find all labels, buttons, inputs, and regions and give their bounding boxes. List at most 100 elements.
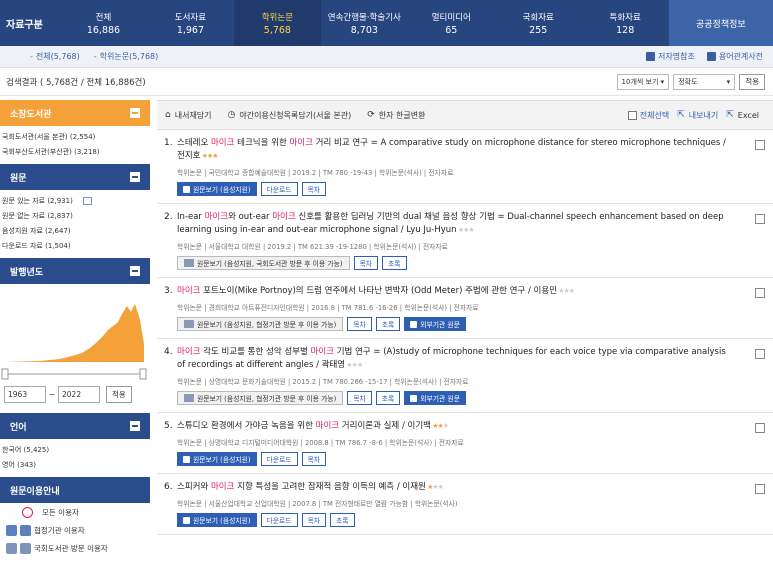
record-checkbox[interactable] [755, 288, 765, 298]
record-action-button[interactable]: 다운로드 [260, 513, 298, 527]
result-apply-button[interactable]: 적용 [739, 73, 765, 90]
guide-label: 모든 이용자 [42, 507, 79, 517]
record-action-button[interactable]: 다운로드 [260, 182, 298, 196]
tab-books[interactable]: 도서자료 1,967 [147, 0, 234, 46]
subtab-dissertations[interactable]: - 학위논문(5,768) [94, 51, 158, 62]
title-text: 지향 특성을 고려한 잠재적 음향 이득의 예측 / 이재원 [234, 482, 426, 492]
record-title[interactable]: 스튜디오 환경에서 가야금 녹음을 위한 마이크 거리이론과 실제 / 이기백 … [177, 420, 733, 433]
hanja-convert-button[interactable]: ⟳ 한자 한글변환 [367, 110, 425, 121]
button-label: 초록 [336, 517, 349, 525]
facet-item[interactable]: 원문 있는 자료 (2,931) [2, 194, 146, 209]
link-label: 저자명참조 [658, 52, 695, 61]
record-action-button[interactable]: 원문보기 (음성지원) [177, 452, 257, 466]
tab-dissertations[interactable]: 학위논문 5,768 [233, 0, 321, 46]
facet-item[interactable]: 국회도서관(서울 본관) (2,554) [2, 130, 146, 145]
record-list: 1. 스테레오 마이크 테크닉을 위한 마이크 거리 비교 연구 = A comp… [157, 130, 773, 535]
record-action-button[interactable]: 초록 [382, 256, 407, 270]
record-action-button[interactable]: 목차 [301, 513, 327, 527]
record-meta: 학위논문 | 경희대학교 아트퓨전디자인대학원 | 2016.8 | TM 78… [177, 304, 479, 312]
author-reference-link[interactable]: 저자명참조 [646, 51, 695, 62]
subtab-all[interactable]: - 전체(5,768) [30, 51, 80, 62]
record-action-button[interactable]: 초록 [375, 391, 401, 405]
record-checkbox[interactable] [755, 484, 765, 494]
record-checkbox[interactable] [755, 214, 765, 224]
pdf-icon [22, 506, 33, 518]
facet-sidebar: 소장도서관 국회도서관(서울 본관) (2,554) 국회부산도서관(부산관) … [0, 100, 150, 582]
facet-item[interactable]: 영어 (343) [2, 458, 146, 473]
facet-title: 소장도서관 [10, 109, 52, 120]
collapse-icon[interactable] [130, 421, 140, 431]
record-title[interactable]: 마이크 각도 비교를 통한 성악 성부별 마이크 기법 연구 = (A)stud… [177, 346, 733, 372]
thesaurus-icon [706, 52, 716, 61]
document-icon [183, 185, 190, 193]
record-action-button[interactable]: 원문보기 (음성지원) [177, 182, 257, 196]
record-title[interactable]: In-ear 마이크와 out-ear 마이크 신호를 활용한 딥러닝 기반의 … [177, 211, 733, 237]
tab-assembly-materials[interactable]: 국회자료 255 [495, 0, 582, 46]
record-checkbox[interactable] [755, 140, 765, 150]
collapse-icon[interactable] [130, 172, 140, 182]
tab-periodicals[interactable]: 연속간행물·학술기사 8,703 [321, 0, 408, 46]
facet-item[interactable]: 원문 없는 자료 (2,837) [2, 209, 146, 224]
record-meta: 학위논문 | 서울산업대학교 산업대학원 | 2007.8 | TM 전자형태로… [177, 500, 458, 508]
year-from-input[interactable]: 1963 [4, 386, 46, 403]
tab-multimedia[interactable]: 멀티미디어 65 [408, 0, 495, 46]
record-title[interactable]: 스테레오 마이크 테크닉을 위한 마이크 거리 비교 연구 = A compar… [177, 137, 733, 163]
record-action-button[interactable]: 목차 [347, 317, 372, 331]
year-apply-button[interactable]: 적용 [106, 386, 132, 403]
partner-institution-icon [20, 524, 31, 536]
tab-all[interactable]: 전체 16,886 [60, 0, 147, 46]
record-action-button[interactable]: 원문보기 (음성지원, 국회도서관 방문 후 이용 가능) [177, 256, 350, 270]
year-slider-handle-start[interactable] [1, 368, 9, 380]
table-row: 2. In-ear 마이크와 out-ear 마이크 신호를 활용한 딥러닝 기반… [157, 204, 773, 278]
record-action-button[interactable]: 초록 [330, 513, 355, 527]
facet-item[interactable]: 음성지원 자료 (2,647) [2, 224, 146, 239]
library-icon [184, 320, 194, 328]
record-action-button[interactable]: 목차 [301, 182, 327, 196]
rating-stars-icon: ★★★ [425, 483, 444, 491]
collapse-icon[interactable] [130, 108, 140, 118]
library-icon [184, 259, 194, 267]
facet-library-header[interactable]: 소장도서관 [0, 100, 150, 126]
tab-special-materials[interactable]: 특화자료 128 [582, 0, 669, 46]
export-button[interactable]: ⇱ 내보내기 [677, 110, 718, 121]
year-to-input[interactable]: 2022 [58, 386, 100, 403]
excel-button[interactable]: ⇱ Excel [726, 110, 759, 120]
collapse-icon[interactable] [130, 266, 140, 276]
year-range-inputs: 1963 ~ 2022 적용 [0, 382, 150, 407]
tab-public-policy[interactable]: 공공정책정보 [668, 0, 773, 46]
tab-count: 255 [529, 24, 548, 36]
sort-select[interactable]: 정확도 ▾ [673, 73, 736, 90]
link-label: 용어관계사전 [718, 52, 763, 61]
title-text: 거리이론과 실제 / 이기백 [339, 421, 431, 431]
record-title[interactable]: 마이크 포트노이(Mike Portnoy)의 드럼 연주에서 나타난 변박자 … [177, 285, 733, 298]
record-action-button[interactable]: 원문보기 (음성지원, 협정기관 방문 후 이용 가능) [177, 391, 344, 405]
night-request-button[interactable]: ◷ 야간이용신청목록담기(서울 본관) [228, 110, 352, 121]
facet-source-header[interactable]: 원문 [0, 164, 150, 190]
record-action-button[interactable]: 다운로드 [260, 452, 298, 466]
record-checkbox[interactable] [755, 349, 765, 359]
facet-year-header[interactable]: 발행년도 [0, 258, 150, 284]
record-checkbox[interactable] [755, 423, 765, 433]
tabbar-title: 자료구분 [6, 19, 43, 31]
record-action-button[interactable]: 목차 [301, 452, 327, 466]
record-action-button[interactable]: 목차 [353, 256, 379, 270]
keyword-highlight: 마이크 [210, 138, 235, 148]
year-slider-handle-end[interactable] [139, 368, 147, 380]
per-page-select[interactable]: 10개씩 보기 ▾ [616, 73, 670, 90]
select-all-button[interactable]: 전체선택 [627, 110, 669, 121]
checkbox-icon[interactable] [82, 197, 92, 205]
record-action-button[interactable]: 원문보기 (음성지원, 협정기관 방문 후 이용 가능) [177, 317, 344, 331]
facet-item[interactable]: 다운로드 자료 (1,504) [2, 239, 146, 254]
record-action-button[interactable]: 외부기관 원문 [404, 317, 466, 331]
button-label: 원문보기 (음성지원) [193, 517, 251, 525]
facet-item[interactable]: 국회부산도서관(부산관) (3,218) [2, 145, 146, 160]
facet-language-header[interactable]: 언어 [0, 413, 150, 439]
add-to-library-button[interactable]: ⌂ 내서재담기 [165, 110, 212, 121]
thesaurus-link[interactable]: 용어관계사전 [706, 51, 763, 62]
record-action-button[interactable]: 외부기관 원문 [404, 391, 466, 405]
record-action-button[interactable]: 원문보기 (음성지원) [177, 513, 257, 527]
record-title[interactable]: 스피커와 마이크 지향 특성을 고려한 잠재적 음향 이득의 예측 / 이재원 … [177, 481, 733, 494]
facet-item[interactable]: 한국어 (5,425) [2, 443, 146, 458]
record-action-button[interactable]: 초록 [375, 317, 401, 331]
record-action-button[interactable]: 목차 [347, 391, 372, 405]
